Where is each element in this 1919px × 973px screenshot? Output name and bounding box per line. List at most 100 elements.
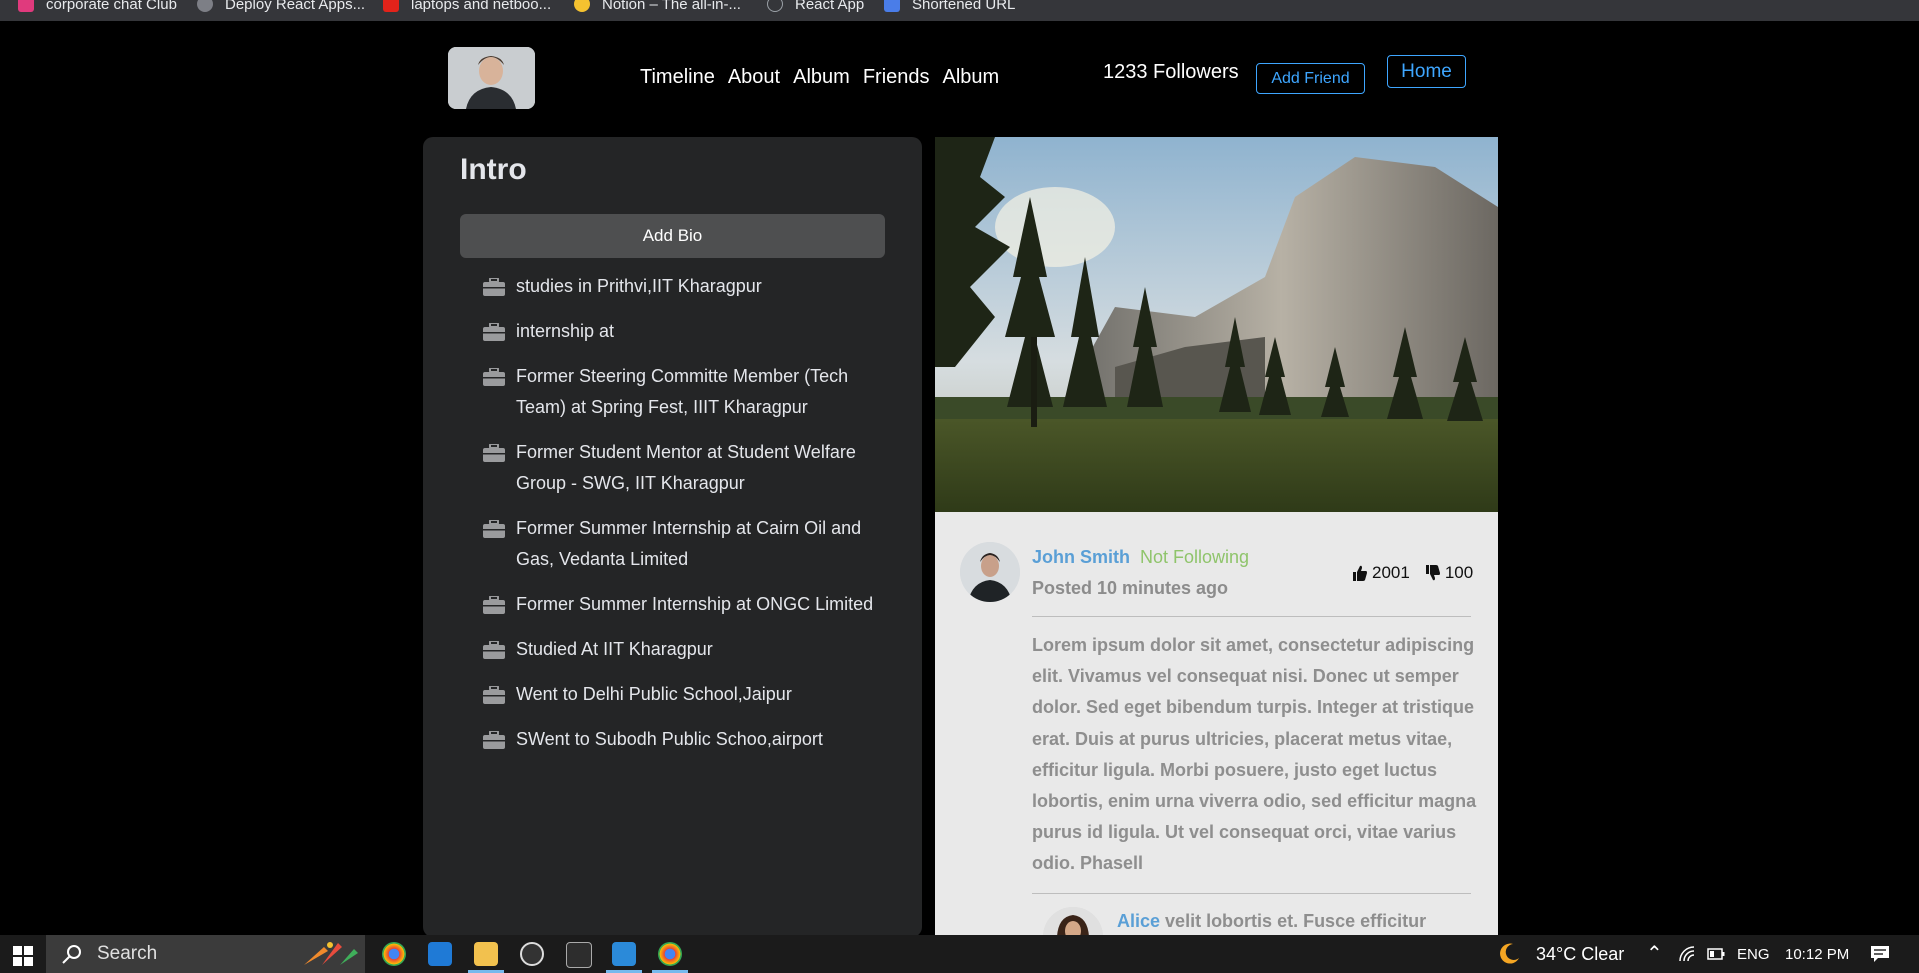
list-item: Former Summer Internship at ONGC Limited bbox=[460, 589, 885, 620]
intro-item-text: Went to Delhi Public School,Jaipur bbox=[516, 684, 792, 704]
author-avatar[interactable] bbox=[960, 542, 1020, 602]
briefcase-icon bbox=[483, 444, 505, 462]
taskbar: Search 34°C Clear ⌃ ENG 10:12 PM bbox=[0, 935, 1919, 973]
search-icon bbox=[62, 945, 81, 964]
post-author-name[interactable]: John Smith bbox=[1032, 547, 1130, 568]
windows-start-icon[interactable] bbox=[13, 946, 33, 966]
bookmark-laptops[interactable]: laptops and netboo... bbox=[383, 0, 551, 14]
bookmark-label: React App bbox=[795, 0, 865, 13]
thumbs-up-icon[interactable] bbox=[1353, 565, 1367, 581]
briefcase-icon bbox=[483, 641, 505, 659]
thumbs-down-icon[interactable] bbox=[1425, 565, 1440, 581]
briefcase-icon bbox=[483, 278, 505, 296]
nav-album[interactable]: Album bbox=[793, 66, 850, 89]
list-item: Studied At IIT Kharagpur bbox=[460, 634, 885, 665]
media-player-icon[interactable] bbox=[520, 942, 544, 966]
intro-item-text: internship at bbox=[516, 321, 615, 341]
divider bbox=[1032, 616, 1471, 617]
chrome-icon[interactable] bbox=[658, 942, 682, 966]
commenter-name[interactable]: Alice bbox=[1117, 911, 1160, 931]
chrome-icon[interactable] bbox=[382, 942, 406, 966]
dislike-count: 100 bbox=[1444, 563, 1474, 582]
bookmark-label: Deploy React Apps... bbox=[225, 0, 366, 13]
comment-text: velit lobortis et. Fusce efficitur bbox=[1165, 911, 1427, 931]
bookmark-label: Notion – The all-in-... bbox=[602, 0, 741, 13]
chevron-up-icon[interactable]: ⌃ bbox=[1646, 941, 1663, 966]
moon-weather-icon[interactable] bbox=[1497, 942, 1521, 966]
blue-page-icon bbox=[884, 0, 900, 12]
intro-item-text: Former Summer Internship at Cairn Oil an… bbox=[516, 518, 862, 569]
search-label: Search bbox=[97, 943, 158, 964]
list-item: Went to Delhi Public School,Jaipur bbox=[460, 679, 885, 710]
person-photo-icon bbox=[448, 47, 535, 109]
battery-icon[interactable] bbox=[1707, 947, 1725, 961]
list-item: studies in Prithvi,IIT Kharagpur bbox=[460, 271, 885, 302]
post-body: Lorem ipsum dolor sit amet, consectetur … bbox=[1032, 635, 1477, 874]
intro-item-text: studies in Prithvi,IIT Kharagpur bbox=[516, 276, 762, 296]
nav-album-2[interactable]: Album bbox=[943, 66, 1000, 89]
profile-avatar[interactable] bbox=[448, 47, 535, 109]
react-icon bbox=[767, 0, 783, 12]
red-e-icon bbox=[383, 0, 399, 12]
home-button[interactable]: Home bbox=[1387, 55, 1466, 88]
taskbar-search[interactable]: Search bbox=[46, 935, 365, 973]
follow-status[interactable]: Not Following bbox=[1140, 547, 1249, 568]
list-item: SWent to Subodh Public Schoo,airport bbox=[460, 724, 885, 755]
person-photo-icon bbox=[1043, 907, 1103, 937]
clock-time[interactable]: 10:12 PM bbox=[1785, 946, 1849, 963]
divider bbox=[1032, 893, 1471, 894]
nav-about[interactable]: About bbox=[728, 66, 780, 89]
landscape-photo-icon bbox=[935, 137, 1498, 512]
cover-photo bbox=[935, 137, 1498, 512]
weather-text[interactable]: 34°C Clear bbox=[1536, 944, 1624, 965]
bookmark-label: corporate chat Club bbox=[46, 0, 177, 13]
commenter-avatar[interactable] bbox=[1043, 907, 1103, 937]
language-indicator[interactable]: ENG bbox=[1737, 946, 1770, 963]
add-bio-button[interactable]: Add Bio bbox=[460, 214, 885, 258]
post-card: John Smith Not Following Posted 10 minut… bbox=[935, 512, 1498, 937]
intro-item-text: SWent to Subodh Public Schoo,airport bbox=[516, 729, 823, 749]
intro-card: Intro Add Bio studies in Prithvi,IIT Kha… bbox=[423, 137, 922, 937]
vscode-icon[interactable] bbox=[612, 942, 636, 966]
briefcase-icon bbox=[483, 686, 505, 704]
briefcase-icon bbox=[483, 731, 505, 749]
list-item: internship at bbox=[460, 316, 885, 347]
profile-nav: Timeline About Album Friends Album bbox=[640, 66, 999, 89]
add-friend-button[interactable]: Add Friend bbox=[1256, 63, 1365, 94]
bookmark-shortened-url[interactable]: Shortened URL bbox=[884, 0, 1015, 14]
briefcase-icon bbox=[483, 520, 505, 538]
bookmark-react-app[interactable]: React App bbox=[767, 0, 864, 14]
intro-title: Intro bbox=[460, 153, 527, 186]
intro-item-text: Former Student Mentor at Student Welfare… bbox=[516, 442, 856, 493]
file-explorer-icon[interactable] bbox=[474, 942, 498, 966]
briefcase-icon bbox=[483, 323, 505, 341]
mail-icon[interactable] bbox=[428, 942, 452, 966]
wifi-icon[interactable] bbox=[1678, 945, 1696, 963]
terminal-icon[interactable] bbox=[566, 942, 592, 968]
post-timestamp: Posted 10 minutes ago bbox=[1032, 578, 1229, 598]
bookmark-notion[interactable]: Notion – The all-in-... bbox=[574, 0, 741, 14]
intro-item-text: Former Summer Internship at ONGC Limited bbox=[516, 594, 874, 614]
briefcase-icon bbox=[483, 368, 505, 386]
search-highlight-icon bbox=[304, 942, 358, 965]
intro-item-text: Studied At IIT Kharagpur bbox=[516, 639, 713, 659]
list-item: Former Student Mentor at Student Welfare… bbox=[460, 437, 885, 499]
intro-item-text: Former Steering Committe Member (Tech Te… bbox=[516, 366, 849, 417]
notification-icon[interactable] bbox=[1870, 945, 1890, 963]
list-item: Former Summer Internship at Cairn Oil an… bbox=[460, 513, 885, 575]
nav-friends[interactable]: Friends bbox=[863, 66, 930, 89]
briefcase-icon bbox=[483, 596, 505, 614]
smiley-icon bbox=[574, 0, 590, 12]
gear-like-icon bbox=[197, 0, 213, 12]
bookmark-label: Shortened URL bbox=[912, 0, 1016, 13]
bookmark-deploy-react[interactable]: Deploy React Apps... bbox=[197, 0, 365, 14]
bookmark-corporate-chat[interactable]: corporate chat Club bbox=[18, 0, 177, 14]
list-item: Former Steering Committe Member (Tech Te… bbox=[460, 361, 885, 423]
person-photo-icon bbox=[960, 542, 1020, 602]
like-count: 2001 bbox=[1372, 563, 1410, 582]
bookmarks-bar: corporate chat Club Deploy React Apps...… bbox=[0, 0, 1919, 21]
comment: Alice velit lobortis et. Fusce efficitur bbox=[1117, 911, 1426, 932]
intro-list: studies in Prithvi,IIT Kharagpur interns… bbox=[460, 271, 885, 769]
post-reactions: 2001 100 bbox=[1353, 563, 1473, 583]
nav-timeline[interactable]: Timeline bbox=[640, 66, 715, 89]
